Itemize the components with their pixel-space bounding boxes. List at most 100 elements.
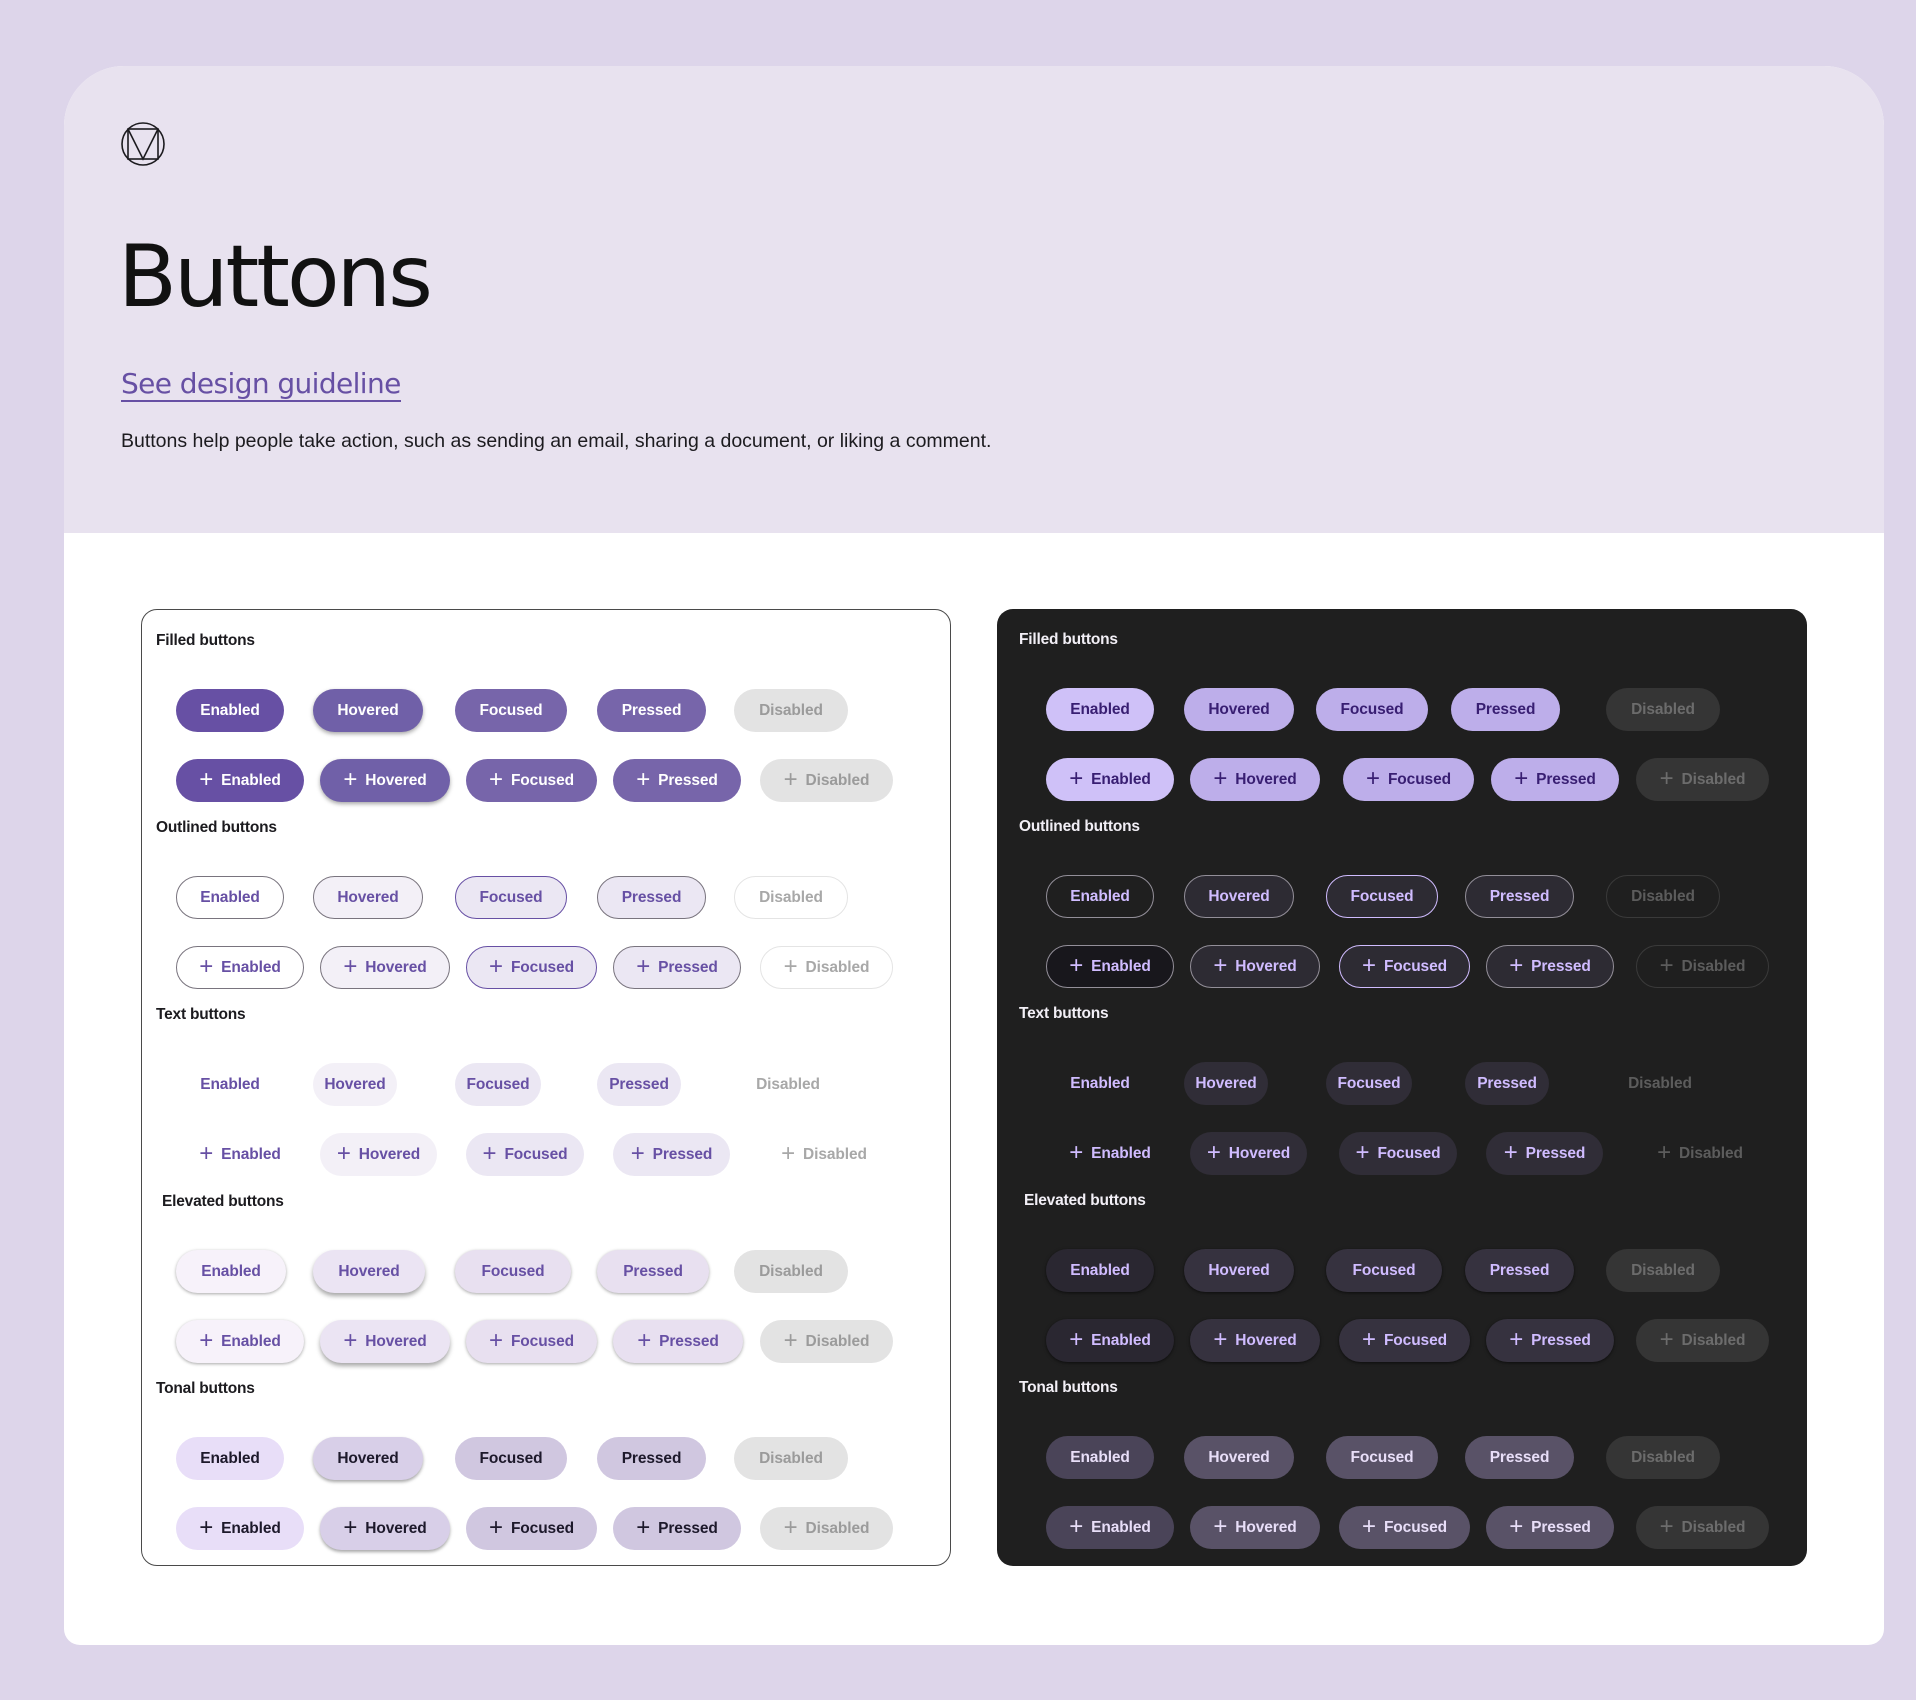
- button-label: Hovered: [1235, 1331, 1297, 1349]
- dark-filled-button-focused[interactable]: Focused: [1316, 688, 1428, 731]
- light-filled-button-enabled[interactable]: Enabled: [176, 689, 284, 732]
- light-outlined-button-pressed[interactable]: Pressed: [597, 876, 706, 919]
- light-elevated-button-pressed[interactable]: Pressed: [597, 1250, 709, 1293]
- light-tonal-icon-button-focused[interactable]: + Focused: [466, 1507, 597, 1550]
- light-outlined-button-focused[interactable]: Focused: [455, 876, 567, 919]
- light-outlined-icon-button-focused[interactable]: + Focused: [466, 946, 597, 989]
- light-filled-icon-button-enabled[interactable]: + Enabled: [176, 759, 304, 802]
- light-tonal-button-enabled[interactable]: Enabled: [176, 1437, 284, 1480]
- light-text-button-pressed[interactable]: Pressed: [597, 1063, 681, 1106]
- dark-filled-button-pressed[interactable]: Pressed: [1451, 688, 1560, 731]
- button-label: Enabled: [200, 1449, 260, 1467]
- dark-outlined-icon-button-enabled[interactable]: + Enabled: [1046, 945, 1174, 988]
- dark-tonal-button-enabled[interactable]: Enabled: [1046, 1436, 1154, 1479]
- dark-elevated-button-focused[interactable]: Focused: [1326, 1249, 1442, 1292]
- button-label: Focused: [1377, 1144, 1441, 1162]
- dark-tonal-button-focused[interactable]: Focused: [1326, 1436, 1438, 1479]
- button-label: Disabled: [803, 1145, 867, 1163]
- button-label: Pressed: [1489, 887, 1550, 905]
- plus-icon: +: [489, 1513, 503, 1541]
- dark-text-icon-button-pressed[interactable]: + Pressed: [1486, 1132, 1603, 1175]
- plus-icon: +: [199, 952, 214, 980]
- dark-tonal-button-pressed[interactable]: Pressed: [1465, 1436, 1574, 1479]
- light-outlined-button-hovered[interactable]: Hovered: [313, 876, 423, 919]
- light-elevated-button-focused[interactable]: Focused: [455, 1250, 571, 1293]
- dark-filled-icon-button-focused[interactable]: + Focused: [1343, 758, 1474, 801]
- light-elevated-icon-button-enabled[interactable]: + Enabled: [176, 1320, 304, 1363]
- light-tonal-button-focused[interactable]: Focused: [455, 1437, 567, 1480]
- light-outlined-section-label: Outlined buttons: [156, 819, 277, 836]
- dark-outlined-button-enabled[interactable]: Enabled: [1046, 875, 1154, 918]
- dark-text-button-pressed[interactable]: Pressed: [1465, 1062, 1549, 1105]
- dark-elevated-icon-button-pressed[interactable]: + Pressed: [1486, 1319, 1614, 1362]
- dark-outlined-button-hovered[interactable]: Hovered: [1184, 875, 1294, 918]
- button-label: Pressed: [1531, 1518, 1591, 1536]
- light-filled-button-pressed[interactable]: Pressed: [597, 689, 706, 732]
- light-text-icon-button-pressed[interactable]: + Pressed: [613, 1133, 730, 1176]
- plus-icon: +: [343, 1326, 358, 1354]
- dark-tonal-icon-button-focused[interactable]: + Focused: [1339, 1506, 1470, 1549]
- light-filled-button-hovered[interactable]: Hovered: [313, 689, 423, 732]
- dark-outlined-button-pressed[interactable]: Pressed: [1465, 875, 1574, 918]
- light-filled-icon-button-pressed[interactable]: + Pressed: [613, 759, 741, 802]
- dark-outlined-button-focused[interactable]: Focused: [1326, 875, 1438, 918]
- light-elevated-button-enabled[interactable]: Enabled: [176, 1250, 286, 1293]
- dark-filled-icon-button-hovered[interactable]: + Hovered: [1190, 758, 1320, 801]
- light-tonal-icon-button-hovered[interactable]: + Hovered: [320, 1507, 450, 1550]
- page-card: Buttons See design guideline Buttons hel…: [64, 66, 1884, 1645]
- light-text-icon-button-focused[interactable]: + Focused: [466, 1133, 584, 1176]
- light-tonal-button-disabled: Disabled: [734, 1437, 848, 1480]
- light-filled-icon-button-focused[interactable]: + Focused: [466, 759, 597, 802]
- dark-filled-button-hovered[interactable]: Hovered: [1184, 688, 1294, 731]
- dark-tonal-icon-button-pressed[interactable]: + Pressed: [1486, 1506, 1614, 1549]
- dark-elevated-icon-button-hovered[interactable]: + Hovered: [1190, 1319, 1320, 1362]
- button-label: Enabled: [1070, 1448, 1130, 1466]
- light-tonal-button-hovered[interactable]: Hovered: [313, 1437, 423, 1480]
- dark-outlined-icon-button-focused[interactable]: + Focused: [1339, 945, 1470, 988]
- dark-elevated-icon-button-enabled[interactable]: + Enabled: [1046, 1319, 1174, 1362]
- light-tonal-icon-button-enabled[interactable]: + Enabled: [176, 1507, 304, 1550]
- button-label: Focused: [1340, 700, 1404, 718]
- dark-outlined-icon-button-pressed[interactable]: + Pressed: [1486, 945, 1614, 988]
- light-outlined-button-enabled[interactable]: Enabled: [176, 876, 284, 919]
- button-label: Hovered: [337, 1449, 399, 1467]
- light-outlined-icon-button-enabled[interactable]: + Enabled: [176, 946, 304, 989]
- light-text-button-focused[interactable]: Focused: [455, 1063, 541, 1106]
- light-filled-icon-button-hovered[interactable]: + Hovered: [320, 759, 450, 802]
- dark-elevated-button-hovered[interactable]: Hovered: [1184, 1249, 1294, 1292]
- plus-icon: +: [1657, 1138, 1672, 1166]
- design-guideline-link[interactable]: See design guideline: [121, 367, 401, 403]
- dark-text-icon-button-enabled[interactable]: + Enabled: [1046, 1132, 1174, 1175]
- dark-elevated-button-enabled[interactable]: Enabled: [1046, 1249, 1154, 1292]
- light-text-icon-button-enabled[interactable]: + Enabled: [176, 1133, 304, 1176]
- light-elevated-section-label: Elevated buttons: [162, 1193, 284, 1210]
- light-elevated-icon-button-focused[interactable]: + Focused: [466, 1320, 597, 1363]
- dark-filled-icon-button-pressed[interactable]: + Pressed: [1491, 758, 1619, 801]
- button-label: Hovered: [1235, 1518, 1297, 1536]
- dark-elevated-button-pressed[interactable]: Pressed: [1465, 1249, 1574, 1292]
- light-outlined-icon-button-hovered[interactable]: + Hovered: [320, 946, 450, 989]
- dark-text-button-focused[interactable]: Focused: [1326, 1062, 1412, 1105]
- dark-text-icon-button-focused[interactable]: + Focused: [1339, 1132, 1457, 1175]
- dark-elevated-icon-button-focused[interactable]: + Focused: [1339, 1319, 1470, 1362]
- dark-tonal-icon-button-hovered[interactable]: + Hovered: [1190, 1506, 1320, 1549]
- dark-tonal-icon-button-enabled[interactable]: + Enabled: [1046, 1506, 1174, 1549]
- material-logo-icon[interactable]: [121, 122, 165, 166]
- light-tonal-button-pressed[interactable]: Pressed: [597, 1437, 706, 1480]
- dark-filled-icon-button-enabled[interactable]: + Enabled: [1046, 758, 1174, 801]
- light-outlined-icon-button-pressed[interactable]: + Pressed: [613, 946, 741, 989]
- dark-text-button-enabled[interactable]: Enabled: [1046, 1062, 1154, 1105]
- dark-text-button-hovered[interactable]: Hovered: [1184, 1062, 1268, 1105]
- dark-outlined-icon-button-hovered[interactable]: + Hovered: [1190, 945, 1320, 988]
- light-elevated-icon-button-pressed[interactable]: + Pressed: [613, 1320, 743, 1363]
- light-elevated-button-hovered[interactable]: Hovered: [313, 1250, 425, 1293]
- dark-filled-button-enabled[interactable]: Enabled: [1046, 688, 1154, 731]
- dark-text-icon-button-hovered[interactable]: + Hovered: [1190, 1132, 1307, 1175]
- light-filled-button-focused[interactable]: Focused: [455, 689, 567, 732]
- light-elevated-icon-button-hovered[interactable]: + Hovered: [320, 1320, 450, 1363]
- light-tonal-icon-button-pressed[interactable]: + Pressed: [613, 1507, 741, 1550]
- light-text-button-hovered[interactable]: Hovered: [313, 1063, 397, 1106]
- light-text-button-enabled[interactable]: Enabled: [176, 1063, 284, 1106]
- dark-tonal-button-hovered[interactable]: Hovered: [1184, 1436, 1294, 1479]
- light-text-icon-button-hovered[interactable]: + Hovered: [320, 1133, 437, 1176]
